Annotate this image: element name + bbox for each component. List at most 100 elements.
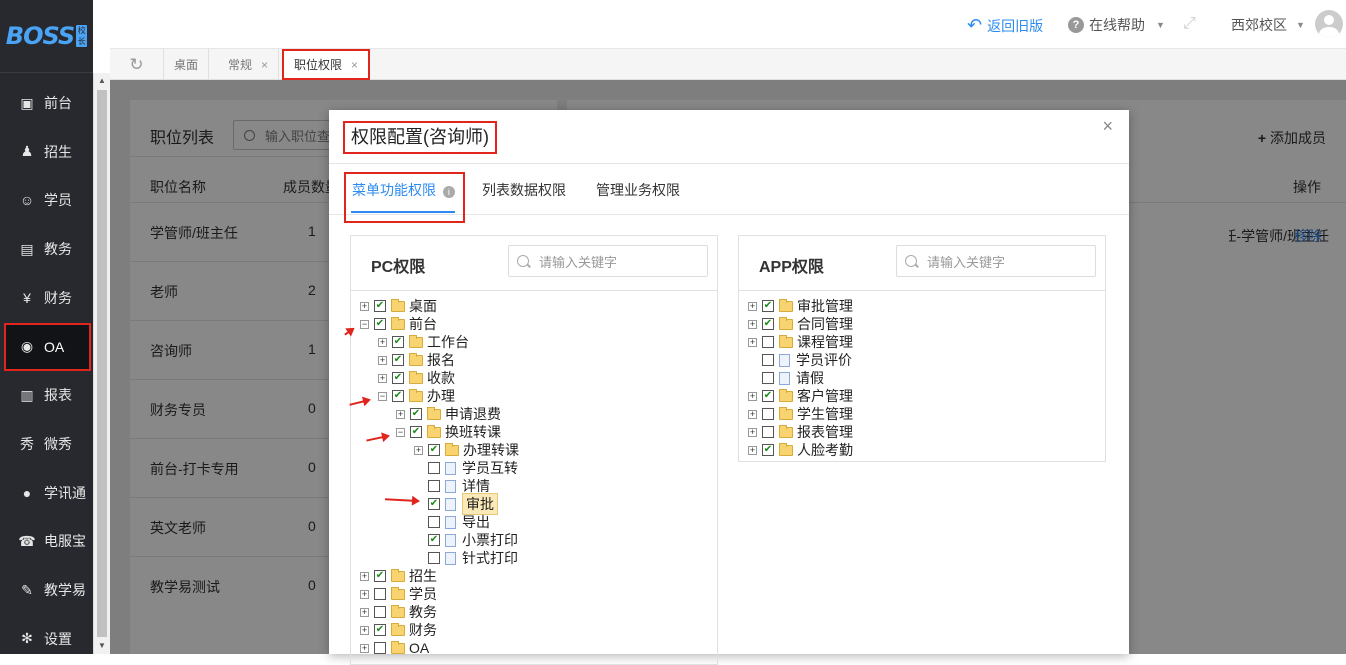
pc-search-input[interactable]: 请输入关键字 [508, 245, 708, 277]
tree-node[interactable]: + ✔ 人脸考勤 [748, 441, 853, 459]
checkbox-checked[interactable]: ✔ [374, 570, 386, 582]
expand-icon[interactable]: + [378, 337, 387, 347]
expand-icon[interactable]: + [378, 355, 387, 365]
tree-node-label[interactable]: 针式打印 [462, 548, 518, 568]
avatar[interactable] [1315, 10, 1343, 38]
checkbox-unchecked[interactable] [428, 516, 440, 528]
tree-node-label[interactable]: 合同管理 [797, 314, 853, 334]
checkbox-checked[interactable]: ✔ [762, 300, 774, 312]
tree-node-label[interactable]: 工作台 [427, 332, 469, 352]
expand-icon[interactable]: + [748, 391, 757, 401]
tree-node[interactable]: + ✔ 桌面 [360, 297, 437, 315]
tree-node[interactable]: 学员评价 [748, 351, 852, 369]
checkbox-unchecked[interactable] [428, 480, 440, 492]
tree-node-label[interactable]: 审批管理 [797, 296, 853, 316]
tree-node[interactable]: ✔ 小票打印 [414, 531, 518, 549]
checkbox-checked[interactable]: ✔ [392, 354, 404, 366]
checkbox-unchecked[interactable] [428, 552, 440, 564]
tree-node-label[interactable]: 换班转课 [445, 422, 501, 442]
tree-node-label[interactable]: 招生 [409, 566, 437, 586]
checkbox-checked[interactable]: ✔ [410, 426, 422, 438]
scroll-down-arrow-icon[interactable]: ▼ [94, 638, 110, 654]
tree-node-label[interactable]: 学员 [409, 584, 437, 604]
tree-node-label[interactable]: 人脸考勤 [797, 440, 853, 460]
close-icon[interactable]: × [261, 58, 268, 72]
expand-icon[interactable]: + [360, 589, 369, 599]
sidebar-item-11[interactable]: ✻ 设置 [0, 615, 93, 663]
tree-node[interactable]: − ✔ 前台 [360, 315, 437, 333]
fullscreen-icon[interactable]: ⤢ [1183, 15, 1196, 33]
sidebar-item-10[interactable]: ✎ 教学易 [0, 566, 93, 614]
tree-node-label[interactable]: 申请退费 [445, 404, 501, 424]
tree-node-label[interactable]: 客户管理 [797, 386, 853, 406]
expand-icon[interactable]: + [396, 409, 405, 419]
checkbox-checked[interactable]: ✔ [762, 444, 774, 456]
sidebar-item-1[interactable]: ♟ 招生 [0, 128, 93, 176]
tab-list-data-permission[interactable]: 列表数据权限 [482, 180, 566, 200]
expand-icon[interactable]: + [360, 571, 369, 581]
checkbox-unchecked[interactable] [762, 426, 774, 438]
sidebar-item-2[interactable]: ☺ 学员 [0, 176, 93, 224]
tree-node-label[interactable]: 学员评价 [796, 350, 852, 370]
tree-node-label[interactable]: 桌面 [409, 296, 437, 316]
tab-position-permission[interactable]: 职位权限 × [282, 49, 371, 80]
checkbox-checked[interactable]: ✔ [410, 408, 422, 420]
tab-business-permission[interactable]: 管理业务权限 [596, 180, 680, 200]
campus-selector[interactable]: 西郊校区 ▼ [1231, 15, 1305, 35]
tree-node[interactable]: 请假 [748, 369, 824, 387]
tree-node[interactable]: + ✔ 工作台 [378, 333, 469, 351]
scrollbar-thumb[interactable] [97, 90, 107, 637]
collapse-icon[interactable]: − [396, 427, 405, 437]
expand-icon[interactable]: + [360, 607, 369, 617]
checkbox-checked[interactable]: ✔ [428, 534, 440, 546]
tree-node[interactable]: + 课程管理 [748, 333, 853, 351]
tree-node[interactable]: + ✔ 招生 [360, 567, 437, 585]
expand-icon[interactable]: + [360, 301, 369, 311]
checkbox-checked[interactable]: ✔ [428, 444, 440, 456]
tree-node[interactable]: − ✔ 办理 [378, 387, 455, 405]
tree-node[interactable]: + ✔ 财务 [360, 621, 437, 639]
expand-icon[interactable]: + [414, 445, 423, 455]
back-old-version-link[interactable]: ↶ 返回旧版 [967, 15, 1043, 36]
sidebar-item-9[interactable]: ☎ 电服宝 [0, 517, 93, 565]
sidebar-item-5[interactable]: ◉ OA [4, 322, 91, 371]
checkbox-checked[interactable]: ✔ [392, 336, 404, 348]
tree-node[interactable]: 针式打印 [414, 549, 518, 567]
close-icon[interactable]: × [1102, 116, 1113, 137]
tree-node[interactable]: + 报表管理 [748, 423, 853, 441]
tree-node-label[interactable]: 导出 [462, 512, 490, 532]
checkbox-unchecked[interactable] [762, 372, 774, 384]
tree-node-label[interactable]: 财务 [409, 620, 437, 640]
tree-node[interactable]: + ✔ 收款 [378, 369, 455, 387]
collapse-icon[interactable]: − [360, 319, 369, 329]
tree-node[interactable]: + 学生管理 [748, 405, 853, 423]
checkbox-unchecked[interactable] [374, 606, 386, 618]
tree-node[interactable]: − ✔ 换班转课 [396, 423, 501, 441]
checkbox-checked[interactable]: ✔ [762, 318, 774, 330]
tree-node-label[interactable]: 前台 [409, 314, 437, 334]
tree-node[interactable]: + 教务 [360, 603, 437, 621]
checkbox-checked[interactable]: ✔ [762, 390, 774, 402]
sidebar-item-7[interactable]: 秀微秀 [0, 420, 93, 468]
tree-node-label[interactable]: 报名 [427, 350, 455, 370]
checkbox-unchecked[interactable] [762, 408, 774, 420]
tree-node[interactable]: + ✔ 审批管理 [748, 297, 853, 315]
tree-node-label[interactable]: 学生管理 [797, 404, 853, 424]
checkbox-unchecked[interactable] [374, 588, 386, 600]
tree-node[interactable]: + 学员 [360, 585, 437, 603]
tab-desktop[interactable]: 桌面 [164, 49, 210, 80]
refresh-icon[interactable]: ↻ [110, 49, 164, 80]
scroll-up-arrow-icon[interactable]: ▲ [94, 73, 110, 89]
checkbox-checked[interactable]: ✔ [428, 498, 440, 510]
tree-node-label[interactable]: 请假 [796, 368, 824, 388]
tree-node[interactable]: 学员互转 [414, 459, 518, 477]
checkbox-checked[interactable]: ✔ [374, 318, 386, 330]
add-member-button[interactable]: + 添加成员 [1258, 128, 1326, 148]
tree-node-label[interactable]: 小票打印 [462, 530, 518, 550]
position-search-input[interactable]: 输入职位查 [233, 120, 343, 150]
tab-general[interactable]: 常规 × [218, 49, 280, 80]
close-icon[interactable]: × [351, 58, 358, 72]
expand-icon[interactable]: + [748, 427, 757, 437]
expand-icon[interactable]: + [378, 373, 387, 383]
tree-node[interactable]: + ✔ 客户管理 [748, 387, 853, 405]
